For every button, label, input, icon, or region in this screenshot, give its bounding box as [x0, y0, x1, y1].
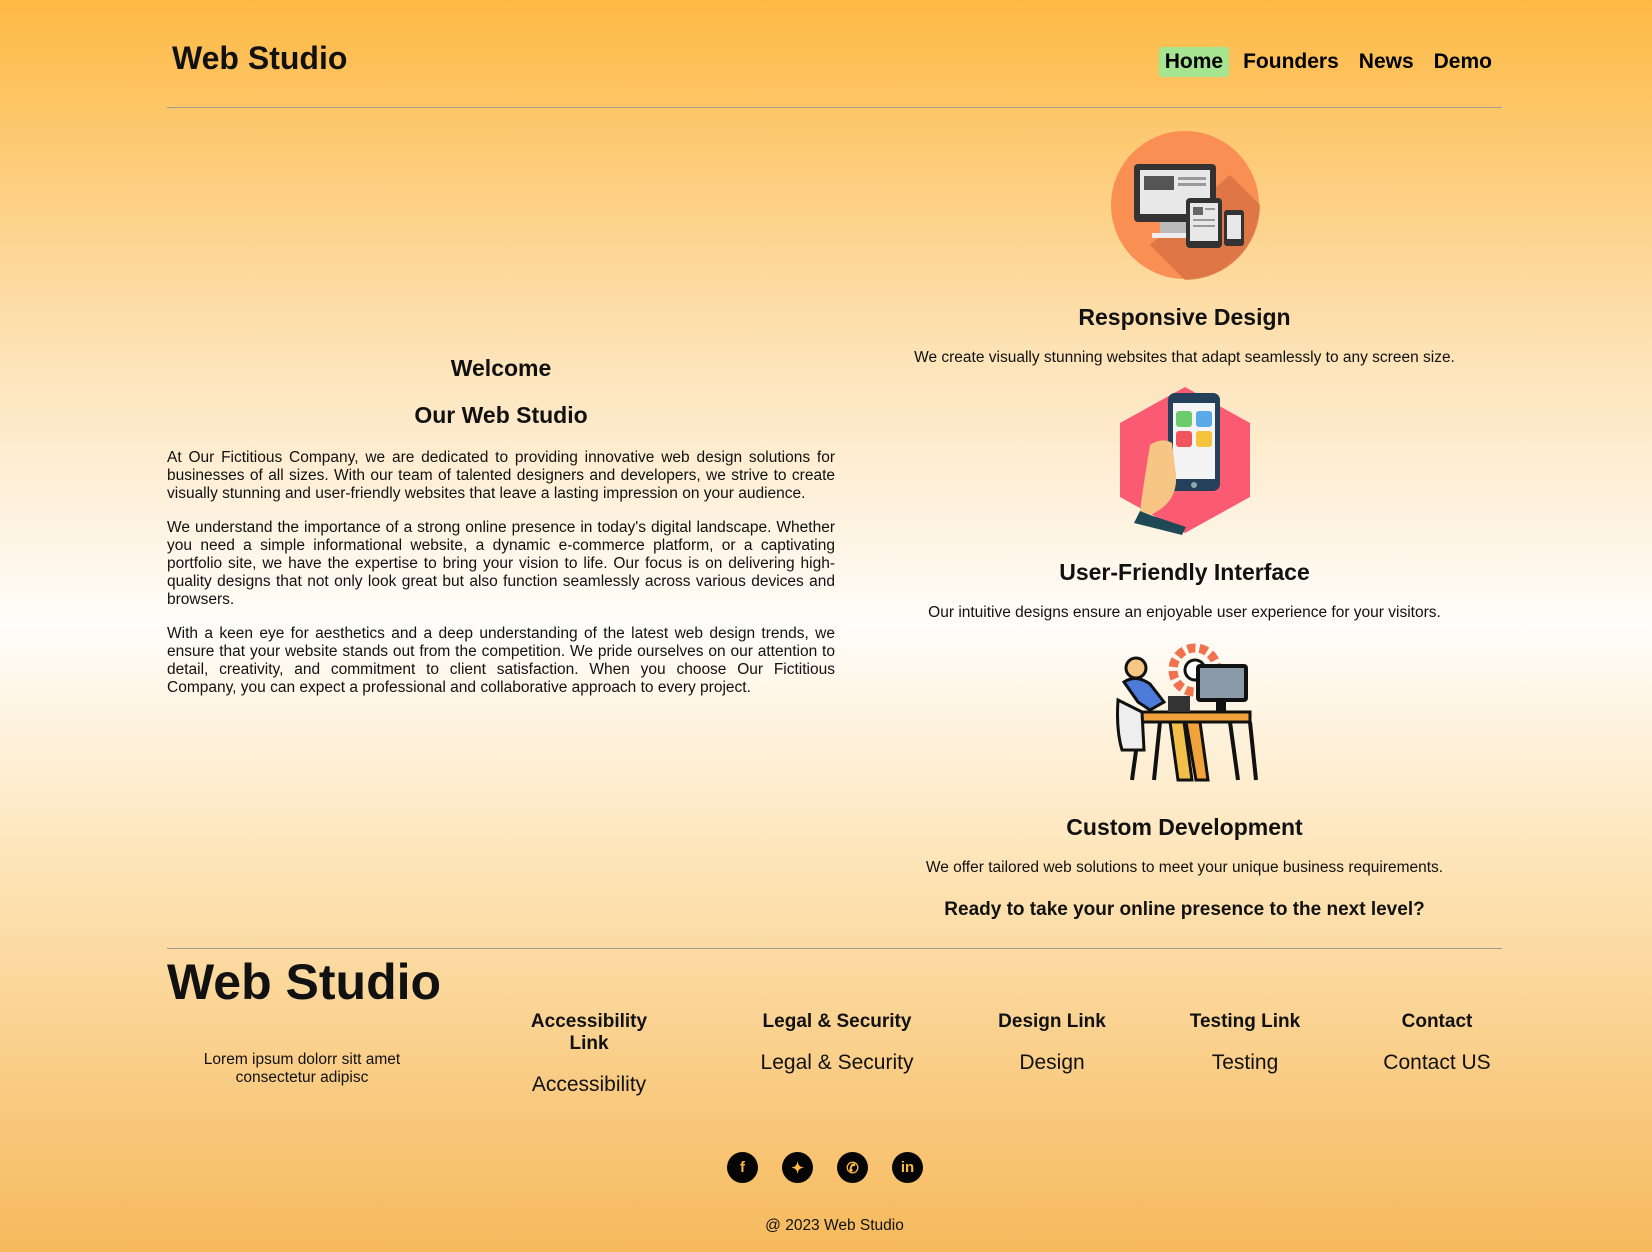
- copyright: @ 2023 Web Studio: [765, 1217, 904, 1234]
- feature-title: Custom Development: [1066, 814, 1303, 840]
- intro-paragraph: We understand the importance of a strong…: [167, 519, 835, 608]
- footer-col-heading: Testing Link: [1189, 1011, 1301, 1032]
- footer-col-legal: Legal & Security Legal & Security: [757, 1011, 917, 1075]
- site-logo[interactable]: Web Studio: [172, 40, 347, 77]
- footer-link-design[interactable]: Design: [977, 1051, 1127, 1075]
- footer-tagline: Lorem ipsum dolorr sitt amet consectetur…: [203, 1051, 401, 1086]
- nav-demo[interactable]: Demo: [1428, 47, 1498, 77]
- footer-col-heading: Design Link: [998, 1011, 1106, 1032]
- footer-col-heading: Legal & Security: [762, 1011, 912, 1032]
- footer-col-accessibility: Accessibility Link Accessibility: [509, 1011, 669, 1097]
- feature-custom-dev: Custom Development We offer tailored web…: [867, 640, 1502, 877]
- smartphone-hand-icon: [1110, 385, 1260, 535]
- studio-heading: Our Web Studio: [414, 402, 588, 428]
- intro-paragraph: With a keen eye for aesthetics and a dee…: [167, 625, 835, 696]
- footer-col-heading: Accessibility Link: [530, 1011, 648, 1054]
- intro-paragraph: At Our Fictitious Company, we are dedica…: [167, 449, 835, 502]
- feature-title: User-Friendly Interface: [1059, 559, 1310, 585]
- footer-col-testing: Testing Link Testing: [1170, 1011, 1320, 1075]
- linkedin-icon[interactable]: in: [892, 1152, 923, 1183]
- nav-home[interactable]: Home: [1158, 47, 1230, 77]
- footer-link-accessibility[interactable]: Accessibility: [509, 1073, 669, 1097]
- feature-user-friendly: User-Friendly Interface Our intuitive de…: [867, 385, 1502, 622]
- feature-title: Responsive Design: [1078, 304, 1291, 330]
- developer-desk-icon: [1110, 640, 1260, 790]
- main-nav: Home Founders News Demo: [1158, 47, 1498, 77]
- whatsapp-icon[interactable]: ✆: [837, 1152, 868, 1183]
- footer-col-contact: Contact Contact US: [1372, 1011, 1502, 1075]
- footer-link-testing[interactable]: Testing: [1170, 1051, 1320, 1075]
- responsive-devices-icon: [1110, 130, 1260, 280]
- footer-col-heading: Contact: [1401, 1011, 1473, 1032]
- footer-logo: Web Studio: [167, 954, 442, 1010]
- footer-link-contact[interactable]: Contact US: [1372, 1051, 1502, 1075]
- nav-founders[interactable]: Founders: [1237, 47, 1345, 77]
- footer-divider: [167, 948, 1502, 949]
- welcome-heading: Welcome: [450, 355, 552, 381]
- page: Web Studio Home Founders News Demo Welco…: [167, 0, 1502, 1252]
- feature-responsive: Responsive Design We create visually stu…: [867, 130, 1502, 367]
- cta-text: Ready to take your online presence to th…: [944, 899, 1425, 920]
- footer-link-legal[interactable]: Legal & Security: [757, 1051, 917, 1075]
- nav-news[interactable]: News: [1353, 47, 1420, 77]
- header-divider: [167, 107, 1502, 108]
- feature-text: We create visually stunning websites tha…: [914, 349, 1455, 366]
- feature-text: Our intuitive designs ensure an enjoyabl…: [928, 604, 1441, 621]
- facebook-icon[interactable]: f: [727, 1152, 758, 1183]
- twitter-icon[interactable]: ✦: [782, 1152, 813, 1183]
- footer-col-design: Design Link Design: [977, 1011, 1127, 1075]
- intro-section: Welcome Our Web Studio At Our Fictitious…: [167, 355, 835, 713]
- feature-text: We offer tailored web solutions to meet …: [925, 859, 1444, 876]
- social-links: f ✦ ✆ in: [727, 1152, 923, 1183]
